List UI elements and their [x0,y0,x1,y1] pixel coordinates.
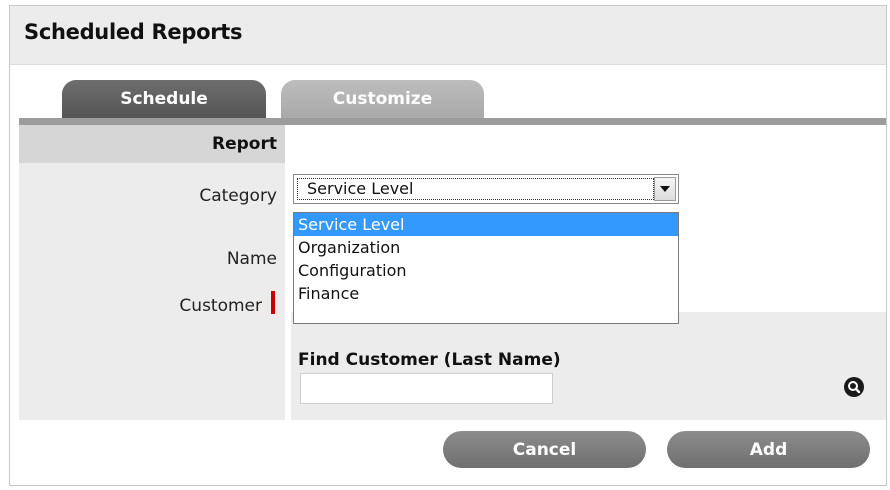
page-title: Scheduled Reports [24,20,243,44]
page-header: Scheduled Reports [10,6,886,65]
cancel-button[interactable]: Cancel [443,431,646,468]
add-button[interactable]: Add [667,431,870,468]
category-select[interactable]: Service Level [293,174,679,204]
section-title: Report [212,134,277,154]
label-column [19,125,285,420]
dropdown-arrow-button[interactable] [654,177,676,201]
tab-divider [19,118,886,125]
category-select-value: Service Level [297,178,654,200]
section-header: Report [19,125,285,163]
find-customer-input[interactable] [300,373,553,404]
customer-label: Customer [179,296,262,316]
category-option-service-level[interactable]: Service Level [294,213,678,236]
tab-schedule[interactable]: Schedule [62,80,266,118]
find-customer-label: Find Customer (Last Name) [298,350,561,370]
chevron-down-icon [660,186,670,192]
category-option-finance[interactable]: Finance [294,282,678,305]
category-label: Category [199,186,277,206]
name-label: Name [226,249,277,269]
category-dropdown-list: Service Level Organization Configuration… [293,212,679,324]
scheduled-reports-window: Scheduled Reports Schedule Customize Rep… [9,5,887,486]
search-icon[interactable] [844,377,864,397]
category-option-organization[interactable]: Organization [294,236,678,259]
category-option-configuration[interactable]: Configuration [294,259,678,282]
required-marker [271,291,275,314]
tab-customize[interactable]: Customize [281,80,484,118]
